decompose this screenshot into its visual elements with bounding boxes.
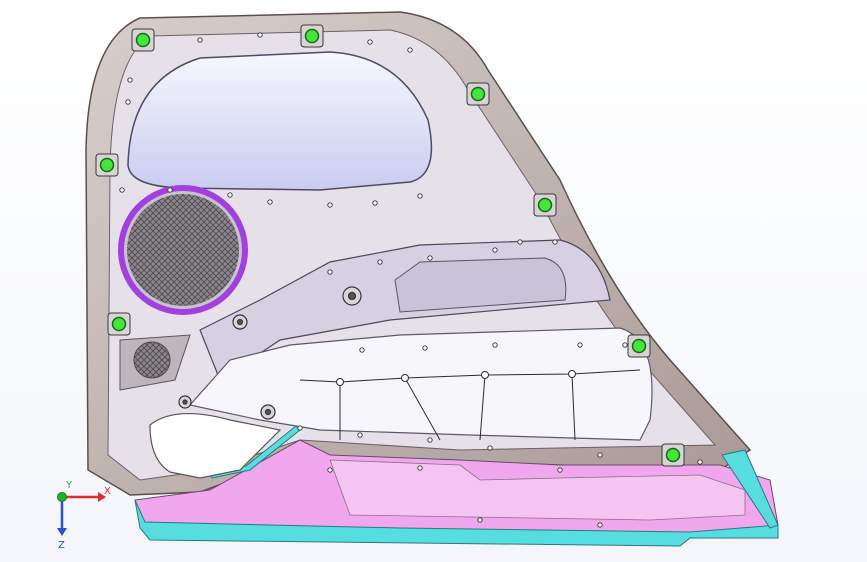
rivet-hole bbox=[492, 342, 498, 348]
mounting-clip-7 bbox=[631, 338, 647, 354]
axis-y bbox=[57, 492, 67, 502]
rivet-hole bbox=[597, 452, 603, 458]
axis-y-label: Y bbox=[65, 480, 73, 491]
rivet-hole bbox=[622, 342, 628, 348]
rivet-hole bbox=[422, 345, 428, 351]
rivet-hole bbox=[697, 459, 703, 465]
rivet-hole bbox=[492, 247, 498, 253]
rivet-hole bbox=[417, 465, 423, 471]
rivet-hole bbox=[359, 347, 365, 353]
speaker-grille-mesh bbox=[127, 194, 239, 306]
rivet-hole bbox=[119, 187, 125, 193]
rivet-hole bbox=[377, 259, 383, 265]
rivet-hole bbox=[427, 255, 433, 261]
rivet-hole bbox=[577, 342, 583, 348]
rivet-hole bbox=[427, 437, 433, 443]
rivet-hole bbox=[125, 99, 131, 105]
rivet-hole bbox=[407, 47, 413, 53]
rivet-hole bbox=[267, 199, 273, 205]
axis-x-label: X bbox=[104, 486, 111, 497]
mounting-clip-8 bbox=[665, 447, 681, 463]
door-panel-model[interactable]: X Y Z bbox=[0, 0, 867, 562]
mounting-clip-5 bbox=[537, 197, 553, 213]
rivet-hole bbox=[417, 193, 423, 199]
rivet-hole bbox=[517, 239, 523, 245]
rivet-hole bbox=[597, 522, 603, 528]
rivet-hole bbox=[257, 32, 263, 38]
rivet-hole bbox=[367, 39, 373, 45]
rivet-hole bbox=[297, 425, 303, 431]
rivet-hole bbox=[197, 37, 203, 43]
rivet-hole bbox=[552, 239, 558, 245]
rivet-hole bbox=[327, 467, 333, 473]
axis-z-label: Z bbox=[58, 540, 65, 551]
mounting-clip-3 bbox=[470, 86, 486, 102]
main-speaker bbox=[118, 185, 248, 315]
mounting-clip-1 bbox=[135, 32, 151, 48]
rivet-hole bbox=[227, 192, 233, 198]
rivet-hole bbox=[327, 269, 333, 275]
mounting-clip-4 bbox=[99, 157, 115, 173]
rivet-hole bbox=[372, 200, 378, 206]
rivet-hole bbox=[477, 517, 483, 523]
rivet-hole bbox=[357, 432, 363, 438]
mounting-clip-6 bbox=[111, 316, 127, 332]
cad-viewport[interactable]: X Y Z bbox=[0, 0, 867, 562]
rivet-hole bbox=[327, 202, 333, 208]
coordinate-triad: X Y Z bbox=[57, 480, 111, 551]
mounting-clip-2 bbox=[304, 28, 320, 44]
rivet-hole bbox=[557, 467, 563, 473]
rivet-hole bbox=[487, 445, 493, 451]
upper-map-pocket bbox=[127, 51, 433, 191]
rivet-hole bbox=[167, 187, 173, 193]
rivet-hole bbox=[127, 77, 133, 83]
